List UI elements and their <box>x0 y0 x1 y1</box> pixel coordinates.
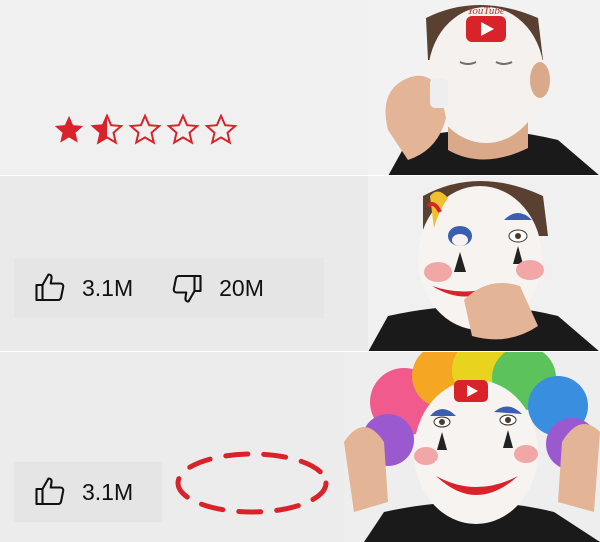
dislike-count: 20M <box>219 274 264 301</box>
star-icon-empty <box>204 113 238 145</box>
thumbs-down-icon[interactable] <box>169 270 205 306</box>
like-count: 3.1M <box>82 274 134 301</box>
star-rating <box>52 113 238 147</box>
missing-dislike-ellipse <box>175 451 329 515</box>
like-count: 3.1M <box>82 478 134 505</box>
clown-photo-1: YouTube <box>368 0 600 176</box>
star-icon-empty <box>166 113 200 145</box>
clown-photo-3 <box>344 352 600 542</box>
youtube-logo-text: YouTube <box>467 5 505 17</box>
thumbs-up-icon[interactable] <box>32 474 68 510</box>
star-icon-full <box>54 115 84 143</box>
meme-image: YouTube 3.1M 20M 3.1M <box>0 0 600 542</box>
clown-photo-2 <box>368 176 600 352</box>
star-icon-empty <box>128 113 162 145</box>
panel-likes-dislikes: 3.1M 20M <box>0 176 600 352</box>
star-icon-half <box>90 113 124 145</box>
panel-rating: YouTube <box>0 0 600 176</box>
thumbs-up-icon[interactable] <box>32 270 68 306</box>
like-dislike-bar: 3.1M 20M <box>14 258 324 318</box>
like-bar: 3.1M <box>14 462 162 522</box>
